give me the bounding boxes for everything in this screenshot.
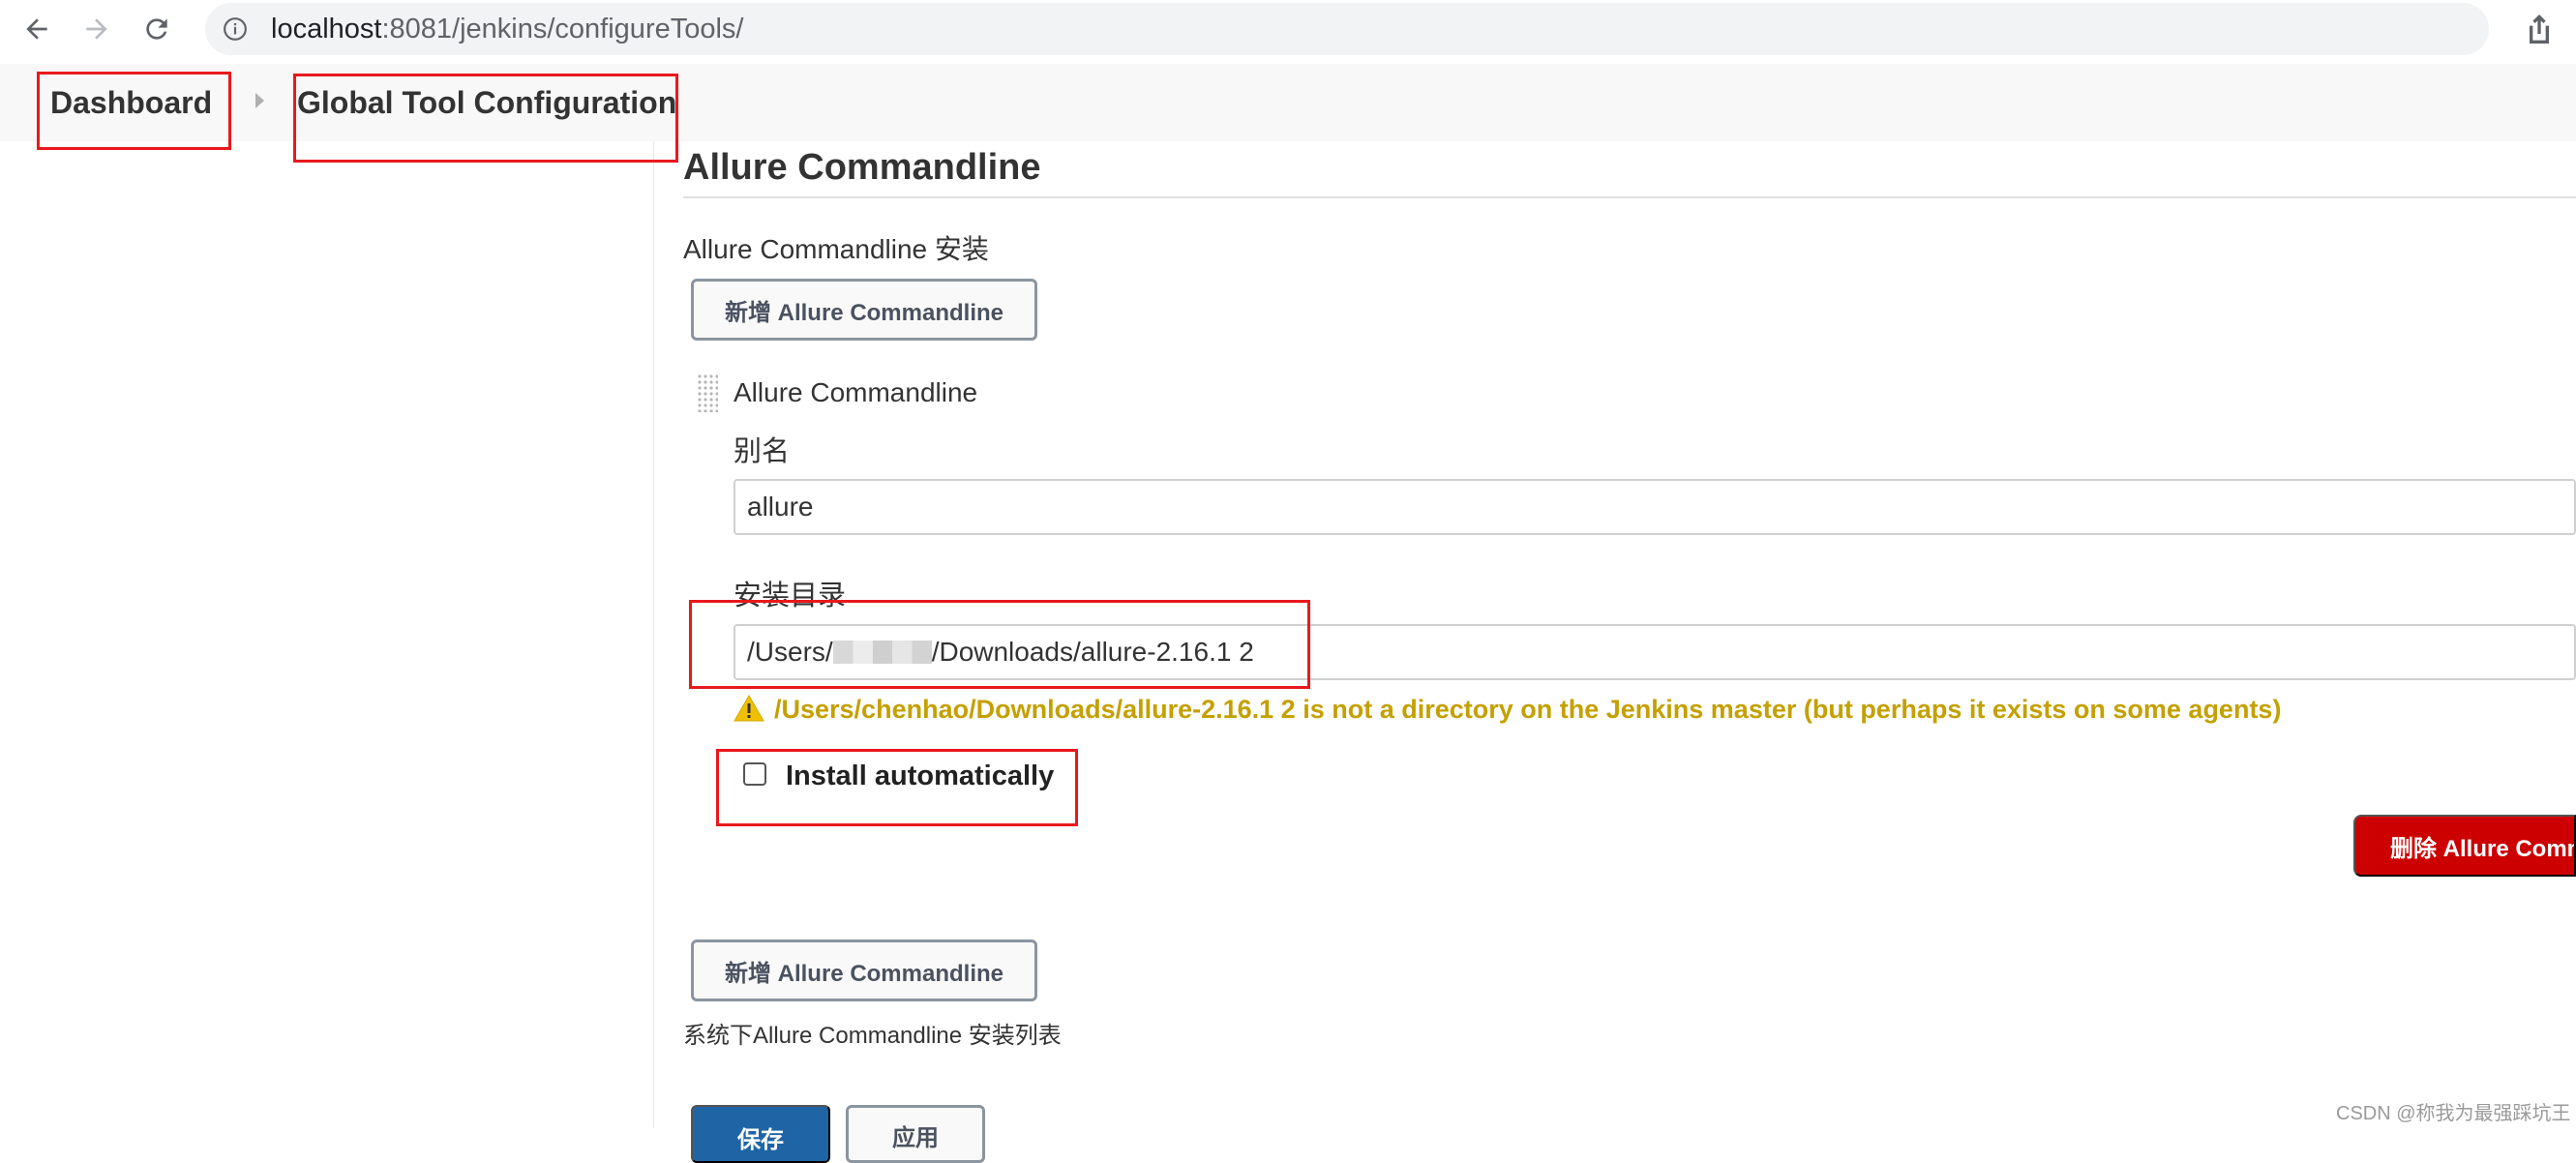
add-allure-commandline-button[interactable]: 新增 Allure Commandline [691, 279, 1037, 341]
breadcrumb-global-tool-configuration[interactable]: Global Tool Configuration [297, 85, 676, 121]
delete-allure-commandline-button[interactable]: 删除 Allure Commandline [2353, 815, 2576, 877]
breadcrumb-separator-icon [255, 93, 264, 108]
forward-icon[interactable] [77, 10, 116, 48]
url-text: localhost:8081/jenkins/configureTools/ [271, 14, 743, 45]
drag-handle-icon[interactable] [697, 373, 718, 412]
install-automatically-checkbox[interactable] [743, 762, 766, 786]
alias-input[interactable]: allure [734, 479, 2576, 535]
breadcrumb: Dashboard Global Tool Configuration [0, 64, 2576, 141]
section-title: Allure Commandline [683, 147, 1041, 188]
breadcrumb-dashboard[interactable]: Dashboard [50, 85, 212, 121]
back-icon[interactable] [17, 10, 56, 48]
install-dir-suffix: /Downloads/allure-2.16.1 2 [931, 637, 1254, 667]
warning-icon [734, 694, 764, 722]
section-divider [683, 196, 2576, 198]
install-dir-warning: /Users/chenhao/Downloads/allure-2.16.1 2… [774, 695, 2282, 724]
side-panel [0, 141, 654, 1128]
address-bar[interactable]: localhost:8081/jenkins/configureTools/ [205, 3, 2489, 55]
save-button[interactable]: 保存 [691, 1105, 830, 1163]
redacted-username [832, 641, 932, 664]
browser-toolbar: localhost:8081/jenkins/configureTools/ [0, 0, 2576, 60]
install-automatically-label[interactable]: Install automatically [786, 760, 1054, 792]
url-path: :8081/jenkins/configureTools/ [381, 14, 744, 45]
alias-label: 别名 [734, 436, 791, 467]
installations-label: Allure Commandline 安装 [683, 234, 989, 264]
installations-list-description: 系统下Allure Commandline 安装列表 [683, 1023, 1062, 1049]
install-dir-prefix: /Users/ [747, 637, 833, 667]
watermark: CSDN @称我为最强踩坑王 [2336, 1103, 2571, 1124]
apply-button[interactable]: 应用 [846, 1105, 985, 1163]
install-dir-input[interactable]: /Users/ /Downloads/allure-2.16.1 2 [734, 624, 2576, 680]
info-icon[interactable] [223, 16, 248, 42]
share-icon[interactable] [2520, 10, 2559, 48]
reload-icon[interactable] [137, 10, 176, 48]
install-dir-label: 安装目录 [734, 581, 847, 611]
url-host: localhost [271, 14, 382, 45]
installation-item-header: Allure Commandline [734, 377, 978, 407]
add-allure-commandline-button-bottom[interactable]: 新增 Allure Commandline [691, 939, 1037, 1001]
